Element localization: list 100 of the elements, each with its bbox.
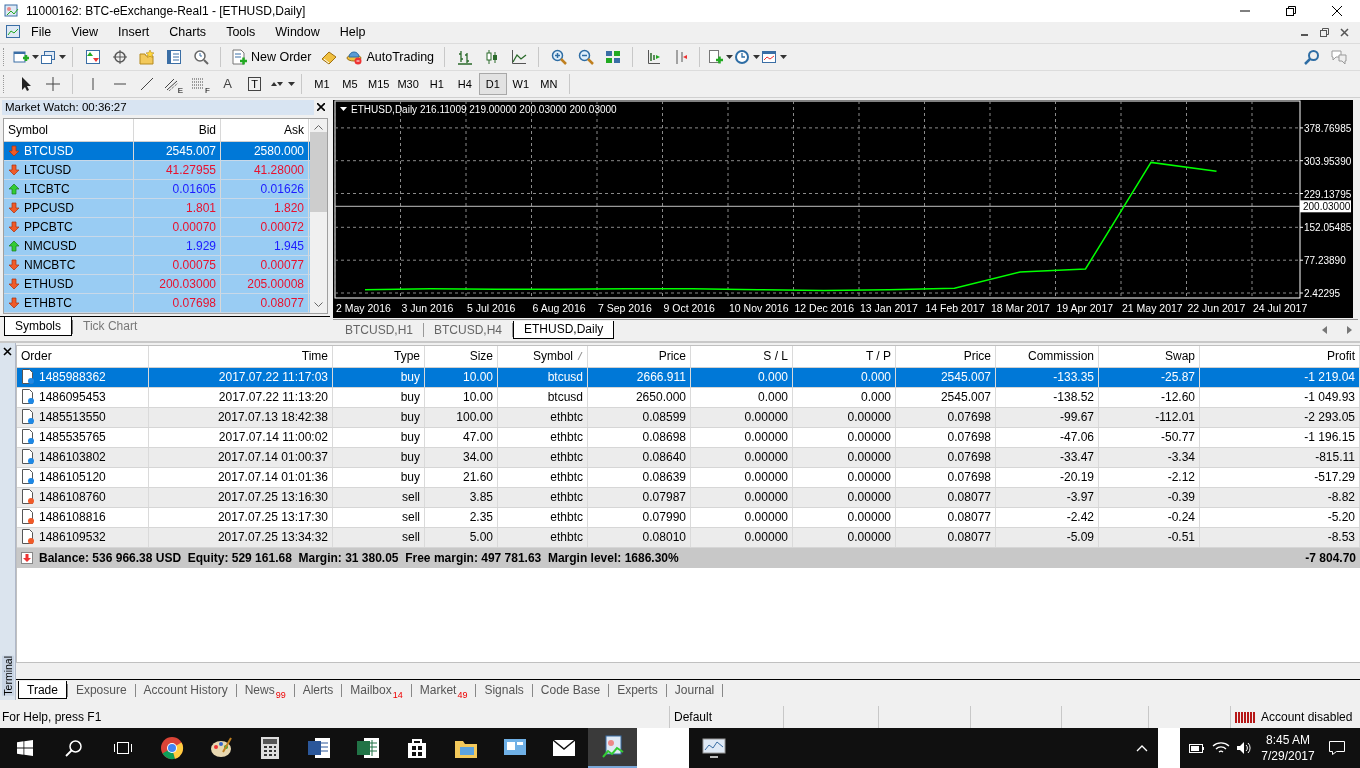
terminal-tab[interactable]: News$_{99}$ bbox=[236, 681, 294, 700]
terminal-tab[interactable]: Signals bbox=[476, 681, 532, 700]
channel-tool[interactable]: E bbox=[160, 72, 187, 95]
column-header[interactable]: Bid bbox=[198, 122, 216, 137]
dropdown-icon[interactable] bbox=[340, 106, 347, 111]
volume-icon[interactable] bbox=[1236, 741, 1254, 755]
chart-tab[interactable]: BTCUSD,H4 bbox=[424, 320, 513, 339]
column-header[interactable]: Time bbox=[301, 349, 328, 364]
column-header[interactable]: S / L bbox=[763, 349, 788, 364]
scrollbar[interactable] bbox=[310, 118, 327, 313]
table-row[interactable]: 1485988362 2017.07.22 11:17:03 buy 10.00 btcusd 2666.911 0.000 0.000 2545.007 -133.35 -25.87 -1 219.04 bbox=[17, 367, 1360, 388]
task-view-icon[interactable] bbox=[112, 740, 133, 756]
line-chart-icon[interactable] bbox=[510, 48, 527, 65]
close-icon[interactable] bbox=[1339, 27, 1349, 37]
spreadsheet-icon[interactable] bbox=[355, 736, 380, 760]
caret-icon[interactable] bbox=[58, 54, 66, 59]
menu-item[interactable]: Tools bbox=[216, 23, 266, 42]
restore-icon[interactable] bbox=[1319, 27, 1329, 37]
menu-item[interactable]: Window bbox=[265, 23, 330, 42]
ohlc-bars-icon[interactable] bbox=[456, 48, 473, 65]
levels-tool[interactable]: F bbox=[187, 72, 214, 95]
timeframe-button[interactable]: M5 bbox=[336, 72, 364, 95]
caret-icon[interactable] bbox=[31, 54, 39, 59]
column-header[interactable]: Price bbox=[963, 349, 991, 364]
column-header[interactable]: Price bbox=[658, 349, 686, 364]
column-header[interactable]: Ask bbox=[284, 122, 304, 137]
caret-icon[interactable] bbox=[1136, 744, 1148, 752]
zoom-out-icon[interactable] bbox=[577, 48, 594, 65]
terminal-tab[interactable]: Market$_{49}$ bbox=[411, 681, 476, 700]
zoom-in-icon[interactable] bbox=[550, 48, 567, 65]
word-processor-icon[interactable] bbox=[306, 736, 331, 760]
chart-tab[interactable]: ETHUSD,Daily bbox=[513, 320, 615, 339]
caret-icon[interactable] bbox=[287, 81, 295, 86]
timeframe-button[interactable]: MN bbox=[534, 72, 563, 95]
column-header[interactable]: Swap bbox=[1164, 349, 1195, 364]
page-plus-icon[interactable] bbox=[706, 48, 723, 65]
text-tool[interactable]: A bbox=[214, 72, 241, 95]
chart-tab[interactable]: BTCUSD,H1 bbox=[335, 320, 423, 339]
menu-item[interactable]: Help bbox=[329, 23, 376, 42]
column-header[interactable]: T / P bbox=[865, 349, 891, 364]
search-icon[interactable] bbox=[64, 739, 83, 757]
price-arrows-icon[interactable] bbox=[84, 48, 101, 65]
terminal-tab[interactable]: Journal bbox=[666, 681, 723, 700]
calculator-icon[interactable] bbox=[259, 736, 280, 760]
folder-star-icon[interactable] bbox=[138, 48, 155, 65]
menu-item[interactable]: View bbox=[61, 23, 109, 42]
terminal-tab[interactable]: Experts bbox=[609, 681, 666, 700]
taskbar-item[interactable] bbox=[588, 728, 637, 768]
candlestick-icon[interactable] bbox=[483, 48, 500, 65]
timeframe-button[interactable]: D1 bbox=[478, 72, 507, 95]
table-row[interactable]: 1486103802 2017.07.14 01:00:37 buy 34.00 ethbtc 0.08640 0.00000 0.00000 0.07698 -33.47 -3.34 -815.11 bbox=[17, 447, 1360, 468]
menu-item[interactable]: File bbox=[21, 23, 62, 42]
timeframe-button[interactable]: M1 bbox=[308, 72, 336, 95]
column-header[interactable]: Type bbox=[394, 349, 420, 364]
windows-stack-icon[interactable] bbox=[39, 48, 56, 65]
table-row[interactable]: 1486108760 2017.07.25 13:16:30 sell 3.85 ethbtc 0.07987 0.00000 0.00000 0.08077 -3.97 -0.39 -8.82 bbox=[17, 487, 1360, 508]
menu-item[interactable]: Charts bbox=[159, 23, 217, 42]
tiles-icon[interactable] bbox=[604, 48, 621, 65]
menu-item[interactable]: Insert bbox=[108, 23, 160, 42]
clock-magnifier-icon[interactable] bbox=[192, 48, 209, 65]
panel-tab[interactable]: Symbols bbox=[4, 316, 72, 336]
trend-line-icon[interactable] bbox=[138, 75, 155, 92]
shopping-bag-icon[interactable] bbox=[405, 737, 428, 759]
start-icon[interactable] bbox=[16, 740, 33, 756]
table-row[interactable]: 1485513550 2017.07.13 18:42:38 buy 100.00 ethbtc 0.08599 0.00000 0.00000 0.07698 -99.67 -112.01 -2 293.05 bbox=[17, 407, 1360, 428]
column-header[interactable]: Order bbox=[21, 349, 52, 364]
wifi-icon[interactable] bbox=[1212, 741, 1230, 755]
monitor-icon[interactable] bbox=[701, 737, 726, 759]
terminal-tab[interactable]: Account History bbox=[135, 681, 236, 700]
close-icon[interactable] bbox=[3, 346, 12, 356]
chart-plus-icon[interactable] bbox=[12, 48, 29, 65]
table-row[interactable]: 1486109532 2017.07.25 13:34:32 sell 5.00 ethbtc 0.08010 0.00000 0.00000 0.08077 -5.09 -0.51 -8.53 bbox=[17, 527, 1360, 548]
terminal-tab[interactable]: Alerts bbox=[294, 681, 342, 700]
panel-icon[interactable] bbox=[165, 48, 182, 65]
text-label-tool[interactable]: T bbox=[241, 72, 268, 95]
scroll-left-icon[interactable] bbox=[1322, 325, 1328, 334]
column-header[interactable]: Symbol bbox=[8, 122, 48, 137]
panel-tab[interactable]: Tick Chart bbox=[73, 316, 148, 336]
column-header[interactable]: Symbol bbox=[533, 349, 573, 364]
mail-icon[interactable] bbox=[551, 739, 576, 757]
battery-icon[interactable] bbox=[1188, 741, 1206, 755]
timeframe-button[interactable]: M15 bbox=[364, 72, 394, 95]
autotrading-button[interactable]: AutoTrading bbox=[342, 45, 439, 68]
new-order-button[interactable]: New Order bbox=[227, 45, 316, 68]
clock-icon[interactable] bbox=[733, 48, 750, 65]
trading-app-icon[interactable] bbox=[600, 735, 625, 759]
clock-time[interactable]: 8:45 AM bbox=[1266, 732, 1310, 748]
clock-date[interactable]: 7/29/2017 bbox=[1261, 748, 1315, 764]
scroll-right-icon[interactable] bbox=[1346, 325, 1352, 334]
column-header[interactable]: Profit bbox=[1327, 349, 1355, 364]
browser-icon[interactable] bbox=[159, 736, 184, 760]
timeframe-button[interactable]: M30 bbox=[393, 72, 423, 95]
timeframe-button[interactable]: W1 bbox=[506, 72, 535, 95]
terminal-tab[interactable]: Exposure bbox=[67, 681, 135, 700]
close-icon[interactable] bbox=[317, 103, 325, 112]
target-icon[interactable] bbox=[111, 48, 128, 65]
terminal-tab[interactable]: Code Base bbox=[532, 681, 609, 700]
terminal-tab[interactable]: Mailbox$_{14}$ bbox=[342, 681, 411, 700]
timeframe-button[interactable]: H4 bbox=[450, 72, 479, 95]
caret-icon[interactable] bbox=[752, 54, 760, 59]
